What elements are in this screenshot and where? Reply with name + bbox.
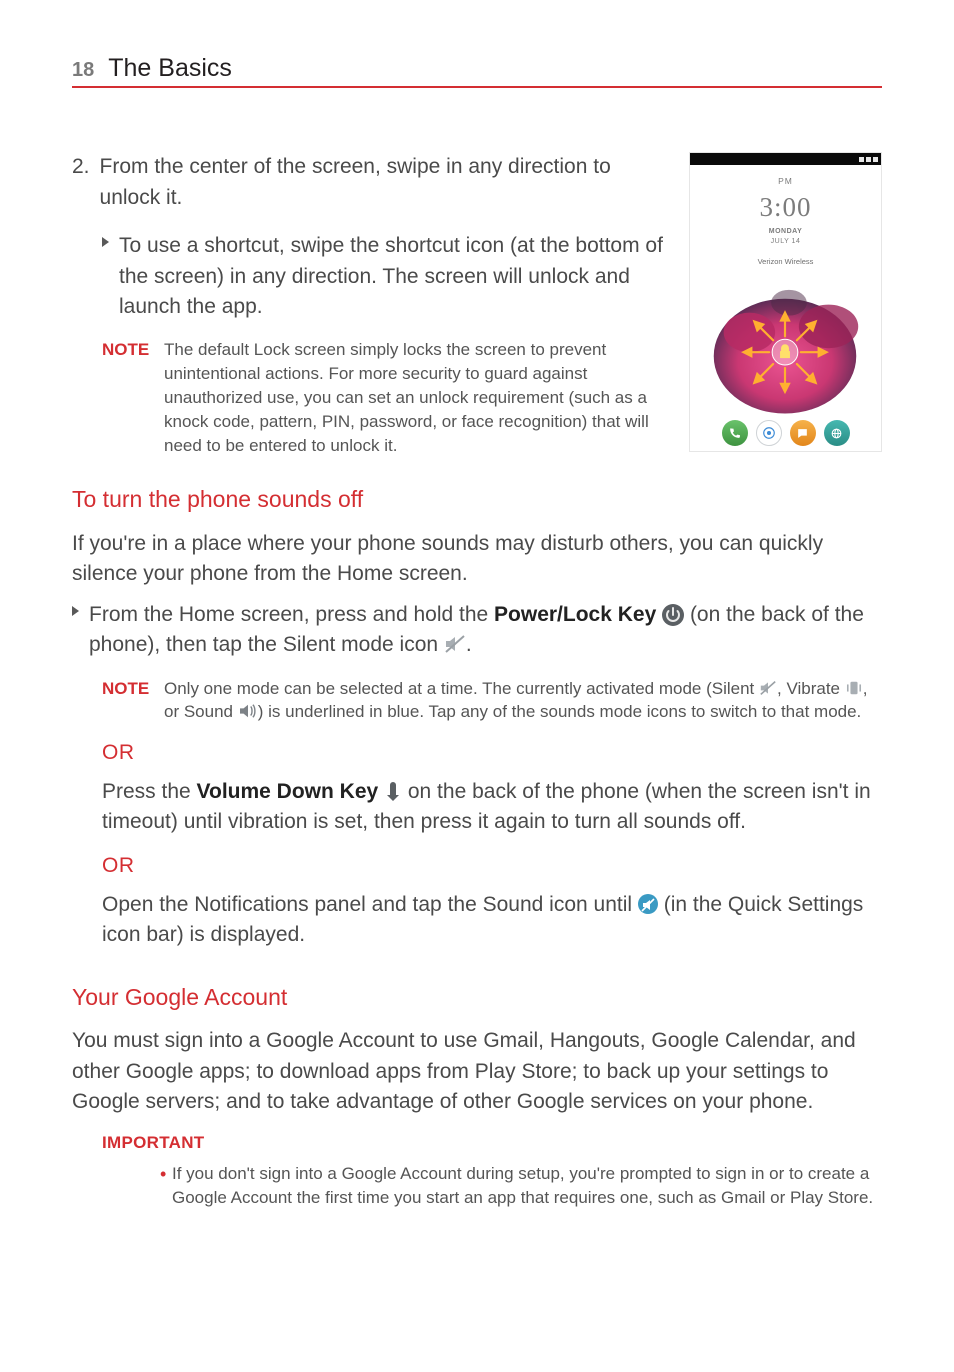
ink-swipe-illustration [690,273,881,421]
sounds-note-body: Only one mode can be selected at a time.… [164,677,882,725]
bullet-triangle-icon [102,237,109,247]
sounds-bullet: From the Home screen, press and hold the… [72,600,882,661]
sounds-note: NOTE Only one mode can be selected at a … [72,677,882,725]
step2-text: From the center of the screen, swipe in … [100,152,667,213]
silent-mode-icon [759,679,777,695]
step2-sub-text: To use a shortcut, swipe the shortcut ic… [119,231,667,322]
sounds-alt1: Press the Volume Down Key on the back of… [72,777,882,838]
power-lock-key-icon [662,604,684,626]
top-columns: 2. From the center of the screen, swipe … [72,152,882,457]
step-number: 2. [72,152,90,213]
sound-mode-icon [238,702,258,718]
sounds-bullet-text: From the Home screen, press and hold the… [89,600,882,661]
clock-date: JULY 14 [690,237,881,247]
bullet-triangle-icon [72,606,79,616]
step2-sub-bullet: To use a shortcut, swipe the shortcut ic… [72,231,667,322]
sounds-alt2: Open the Notifications panel and tap the… [72,890,882,951]
document-page: 18 The Basics 2. From the center of the … [0,0,954,1270]
vibrate-mode-icon [845,679,863,695]
section-title: The Basics [108,50,232,86]
step2-note-body: The default Lock screen simply locks the… [164,338,667,457]
dock-messaging-icon [790,420,816,446]
step2-note: NOTE The default Lock screen simply lock… [72,338,667,457]
step2-item: 2. From the center of the screen, swipe … [72,152,667,213]
important-label: IMPORTANT [102,1131,882,1156]
shortcut-dock [690,420,881,446]
silent-mode-icon [444,633,466,653]
note-label: NOTE [102,338,154,457]
quicksettings-silent-icon [638,894,658,914]
sounds-off-heading: To turn the phone sounds off [72,483,882,516]
step2-text-column: 2. From the center of the screen, swipe … [72,152,667,457]
clock-time: 3:00 [690,188,881,227]
volume-down-key-label: Volume Down Key [197,780,379,803]
google-heading: Your Google Account [72,981,882,1014]
volume-down-key-icon [384,781,402,803]
power-lock-key-label: Power/Lock Key [494,603,656,626]
bullet-dot-icon: • [160,1165,166,1183]
dock-phone-icon [722,420,748,446]
or-label: OR [102,738,882,768]
dock-browser-icon [824,420,850,446]
page-header: 18 The Basics [72,50,882,88]
clock-ampm: PM [690,175,881,187]
dock-camera-icon [756,420,782,446]
note-label: NOTE [102,677,154,725]
status-bar [690,153,881,165]
lock-screen-illustration: PM 3:00 MONDAY JULY 14 Verizon Wireless [689,152,882,452]
carrier-text: Verizon Wireless [690,257,881,268]
page-number: 18 [72,56,94,85]
google-body: You must sign into a Google Account to u… [72,1026,882,1117]
lock-clock: PM 3:00 MONDAY JULY 14 [690,175,881,247]
important-body: • If you don't sign into a Google Accoun… [72,1162,882,1210]
sounds-intro: If you're in a place where your phone so… [72,529,882,590]
or-label: OR [102,851,882,881]
clock-day: MONDAY [690,227,881,237]
